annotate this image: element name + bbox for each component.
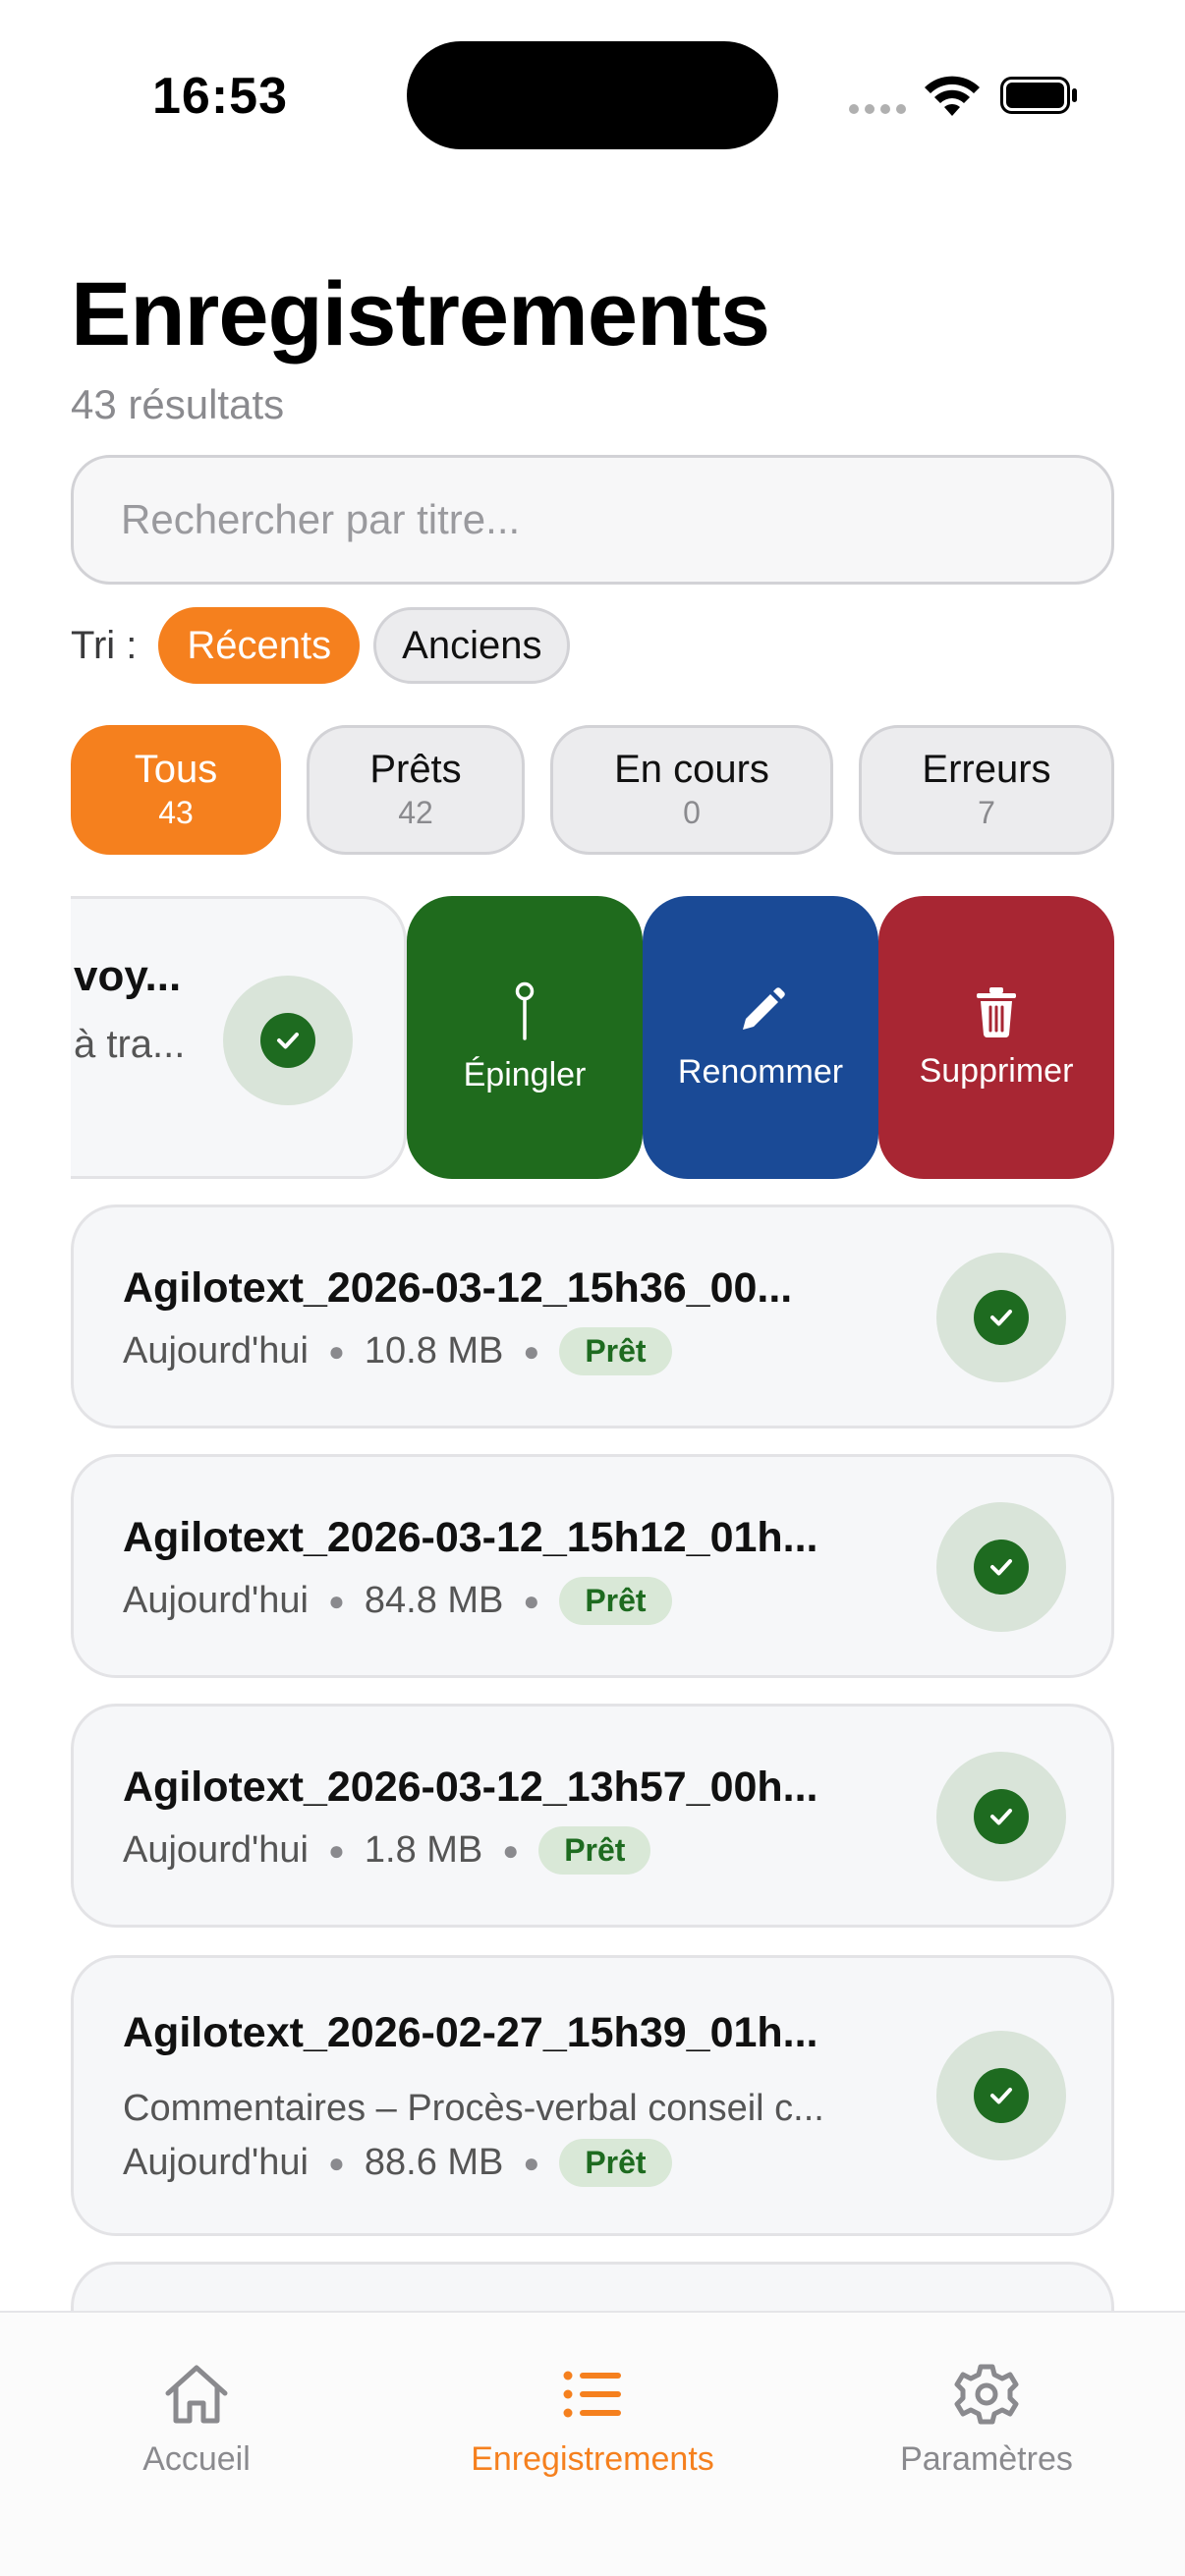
delete-button[interactable]: Supprimer xyxy=(878,896,1114,1179)
status-badge: Prêt xyxy=(559,2139,672,2187)
status-bar: 16:53 xyxy=(0,0,1185,196)
tab-home-label: Accueil xyxy=(142,2440,251,2478)
tab-records[interactable]: Enregistrements xyxy=(445,2362,740,2479)
status-badge: Prêt xyxy=(538,1826,651,1875)
recording-card[interactable]: Agilotext_2026-02-27_15h39_01h... Commen… xyxy=(71,1955,1114,2236)
recording-meta: Aujourd'hui ● 88.6 MB ● Prêt xyxy=(123,2139,672,2187)
recording-size: 1.8 MB xyxy=(364,1829,483,1871)
battery-icon xyxy=(1000,77,1077,114)
trash-icon xyxy=(977,986,1016,1037)
dynamic-island xyxy=(407,41,778,149)
recording-date: Aujourd'hui xyxy=(123,1580,309,1621)
status-filter-tabs: Tous 43 Prêts 42 En cours 0 Erreurs 7 xyxy=(71,725,1114,855)
tab-settings-label: Paramètres xyxy=(900,2440,1073,2478)
filter-in-progress-count: 0 xyxy=(683,795,701,831)
tab-settings[interactable]: Paramètres xyxy=(839,2362,1134,2479)
recording-size: 10.8 MB xyxy=(364,1330,504,1372)
swiped-recording-row: voy... à tra... Épingler Renommer Suppri… xyxy=(71,896,1114,1179)
gear-icon xyxy=(954,2364,1019,2425)
filter-all-count: 43 xyxy=(158,795,194,831)
filter-ready[interactable]: Prêts 42 xyxy=(307,725,525,855)
sort-recent-chip[interactable]: Récents xyxy=(158,607,361,684)
filter-ready-label: Prêts xyxy=(369,748,462,792)
swiped-recording-card[interactable]: voy... à tra... xyxy=(71,896,407,1179)
house-icon xyxy=(165,2365,228,2424)
filter-all-label: Tous xyxy=(134,748,218,792)
ready-status-icon xyxy=(936,2031,1066,2160)
result-count: 43 résultats xyxy=(71,381,285,427)
delete-label: Supprimer xyxy=(919,1051,1074,1090)
recording-date: Aujourd'hui xyxy=(123,2142,309,2183)
filter-all[interactable]: Tous 43 xyxy=(71,725,281,855)
recording-title: Agilotext_2026-02-27_15h39_01h... xyxy=(123,2009,818,2056)
cellular-signal-icon xyxy=(849,104,906,114)
recording-size: 88.6 MB xyxy=(364,2142,504,2183)
filter-in-progress-label: En cours xyxy=(614,748,769,792)
pin-label: Épingler xyxy=(463,1055,587,1093)
ready-status-icon xyxy=(936,1752,1066,1881)
wifi-icon xyxy=(925,76,980,116)
status-badge: Prêt xyxy=(559,1327,672,1375)
recording-card[interactable]: Agilotext_2026-03-12_13h57_00h... Aujour… xyxy=(71,1704,1114,1928)
tab-records-label: Enregistrements xyxy=(471,2440,714,2478)
tab-bar: Accueil Enregistrements Paramètres xyxy=(0,2311,1185,2576)
ready-status-icon xyxy=(936,1502,1066,1632)
pin-icon xyxy=(515,981,535,1040)
recording-title: Agilotext_2026-03-12_15h12_01h... xyxy=(123,1514,818,1561)
recording-card[interactable]: Agilotext_2026-03-12_15h12_01h... Aujour… xyxy=(71,1454,1114,1678)
filter-ready-count: 42 xyxy=(398,795,433,831)
filter-errors[interactable]: Erreurs 7 xyxy=(859,725,1114,855)
pin-button[interactable]: Épingler xyxy=(407,896,643,1179)
recording-size: 84.8 MB xyxy=(364,1580,504,1621)
recording-date: Aujourd'hui xyxy=(123,1829,309,1871)
search-input[interactable] xyxy=(71,455,1114,585)
recording-date: Aujourd'hui xyxy=(123,1330,309,1372)
page-title: Enregistrements xyxy=(71,264,770,364)
status-badge: Prêt xyxy=(559,1577,672,1625)
sort-row: Tri : Récents Anciens xyxy=(71,607,584,684)
sort-oldest-chip[interactable]: Anciens xyxy=(373,607,571,684)
recording-title: Agilotext_2026-03-12_15h36_00... xyxy=(123,1264,793,1312)
filter-errors-label: Erreurs xyxy=(922,748,1051,792)
rename-label: Renommer xyxy=(677,1052,844,1091)
ready-status-icon xyxy=(223,976,353,1105)
status-time: 16:53 xyxy=(152,68,288,125)
recording-card[interactable]: Agilotext_2026-03-12_15h36_00... Aujourd… xyxy=(71,1204,1114,1428)
sort-label: Tri : xyxy=(71,623,138,667)
filter-in-progress[interactable]: En cours 0 xyxy=(550,725,833,855)
tab-home[interactable]: Accueil xyxy=(49,2362,344,2479)
recording-meta: Aujourd'hui ● 10.8 MB ● Prêt xyxy=(123,1327,672,1375)
recording-meta: Aujourd'hui ● 84.8 MB ● Prêt xyxy=(123,1577,672,1625)
recording-title: Agilotext_2026-03-12_13h57_00h... xyxy=(123,1764,818,1811)
recording-meta: Aujourd'hui ● 1.8 MB ● Prêt xyxy=(123,1826,651,1875)
swiped-recording-title: voy... xyxy=(74,952,182,1000)
pencil-icon xyxy=(743,986,785,1030)
ready-status-icon xyxy=(936,1253,1066,1382)
recording-subtitle: Commentaires – Procès-verbal conseil c..… xyxy=(123,2088,824,2129)
rename-button[interactable]: Renommer xyxy=(643,896,878,1179)
swiped-recording-subtitle: à tra... xyxy=(74,1023,186,1066)
list-icon xyxy=(563,2371,621,2418)
filter-errors-count: 7 xyxy=(978,795,995,831)
